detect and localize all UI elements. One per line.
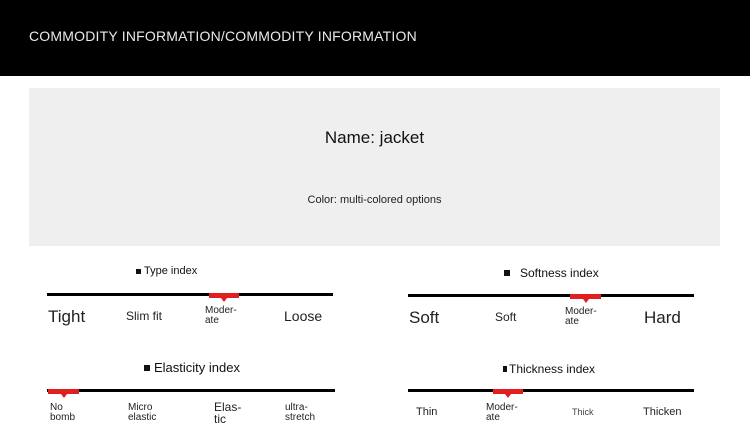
elasticity-label-1: No bomb — [50, 402, 76, 423]
elasticity-scale-line — [47, 389, 335, 392]
softness-label-1: Soft — [409, 308, 440, 327]
thickness-index-title: Thickness index — [503, 362, 595, 376]
elasticity-selected-marker — [48, 389, 79, 398]
type-scale-line — [47, 293, 333, 296]
elasticity-label-4: ultra- stretch — [285, 402, 316, 423]
thickness-index-title-text: Thickness index — [509, 362, 596, 376]
thickness-selected-marker — [493, 389, 523, 398]
softness-index-title: Softness index — [504, 266, 599, 280]
softness-label-3: Moder- ate — [565, 306, 597, 327]
product-info-panel: Name: jacket Color: multi-colored option… — [29, 88, 720, 246]
elasticity-index: Elasticity index No bomb Micro elastic E… — [47, 354, 335, 434]
header-title: COMMODITY INFORMATION/COMMODITY INFORMAT… — [29, 28, 417, 44]
softness-label-4: Hard — [644, 308, 681, 327]
type-index-title: Type index — [136, 265, 197, 277]
elasticity-label-2: Micro elastic — [128, 402, 157, 423]
type-label-1: Tight — [48, 307, 86, 326]
type-label-3: Moder- ate — [205, 305, 237, 326]
elasticity-index-title: Elasticity index — [144, 360, 240, 375]
elasticity-label-3: Elas- tic — [214, 400, 242, 426]
thickness-scale-line — [408, 389, 694, 392]
thickness-label-1: Thin — [416, 406, 438, 418]
thickness-label-4: Thicken — [643, 406, 682, 418]
softness-selected-marker — [570, 294, 601, 303]
softness-index-title-text: Softness index — [520, 266, 599, 280]
bullet-icon — [503, 366, 507, 372]
thickness-label-2: Moder- ate — [486, 402, 518, 423]
softness-label-2: Soft — [495, 310, 517, 324]
bullet-icon — [144, 364, 150, 371]
type-index-title-text: Type index — [144, 265, 198, 277]
bullet-icon — [136, 268, 141, 274]
thickness-index: Thickness index Thin Moder- ate Thick Th… — [408, 354, 694, 434]
softness-index: Softness index Soft Soft Moder- ate Hard — [408, 258, 694, 328]
elasticity-index-title-text: Elasticity index — [154, 360, 240, 375]
type-index: Type index Tight Slim fit Moder- ate Loo… — [47, 258, 333, 328]
thickness-label-3: Thick — [572, 407, 594, 417]
header-bar: COMMODITY INFORMATION/COMMODITY INFORMAT… — [0, 0, 750, 76]
softness-scale-line — [408, 294, 694, 297]
type-selected-marker — [209, 293, 239, 302]
type-label-4: Loose — [284, 308, 323, 324]
type-label-2: Slim fit — [126, 309, 162, 323]
product-color: Color: multi-colored options — [307, 194, 442, 206]
product-name: Name: jacket — [324, 128, 425, 147]
bullet-icon — [504, 270, 510, 276]
